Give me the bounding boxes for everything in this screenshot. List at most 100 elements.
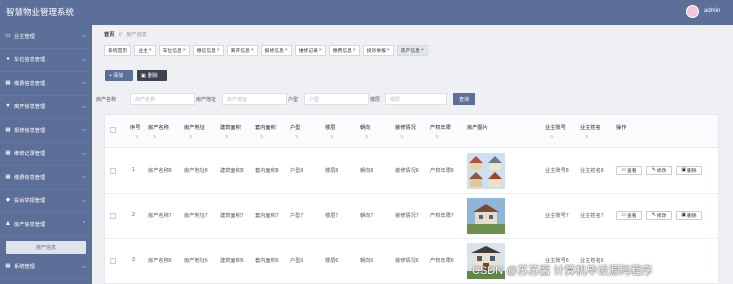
sort-icon[interactable]: ⇅	[153, 134, 156, 139]
search-input-name[interactable]: 房产名称	[130, 93, 195, 105]
sidebar-item-label: 缴费信息管理	[14, 174, 46, 181]
table-row[interactable]: 2 房产名称7 房产地址7 建筑面积7 套内面积7 户型7 楼层7 朝向7 装修…	[105, 194, 718, 239]
search-input-address[interactable]: 房产地址	[222, 93, 287, 105]
row-checkbox[interactable]	[110, 168, 116, 174]
sidebar-item-leave[interactable]: ▼ 离开信息管理 ⌵	[0, 96, 92, 119]
column-header[interactable]: 套内面积	[255, 124, 276, 131]
column-header[interactable]: 业主账号	[545, 124, 566, 131]
close-icon[interactable]: ×	[353, 48, 356, 53]
column-header[interactable]: 房产名称	[148, 124, 169, 131]
cell-no: 2	[132, 212, 135, 218]
column-header[interactable]: 楼层	[325, 124, 335, 131]
sort-icon[interactable]: ⇅	[435, 134, 438, 139]
chevron-down-icon: ⌵	[82, 263, 86, 270]
row-checkbox[interactable]	[110, 258, 116, 264]
sidebar-subitem-property-info[interactable]: 房产信息	[6, 240, 86, 254]
edit-button[interactable]: ✎ 修改	[646, 211, 672, 220]
close-icon[interactable]: ×	[319, 48, 322, 53]
column-header[interactable]: 建筑面积	[220, 124, 241, 131]
house-thumbnail[interactable]	[467, 153, 505, 189]
sidebar-item-payment[interactable]: ▦ 缴费信息管理 ⌵	[0, 72, 92, 96]
sort-icon[interactable]: ⇅	[550, 134, 553, 139]
trash-icon: ▣	[141, 72, 146, 79]
close-icon[interactable]: ×	[251, 48, 254, 53]
search-input-floor[interactable]: 楼层	[385, 93, 447, 105]
view-label: 查看	[626, 169, 637, 174]
tab-property[interactable]: 房产信息 ×	[396, 45, 428, 56]
bell-icon: ◆	[5, 197, 11, 203]
delete-button[interactable]: ▣ 删除	[137, 70, 167, 81]
close-icon[interactable]: ×	[421, 48, 424, 53]
tab-label: 维修记录	[298, 49, 318, 54]
delete-row-button[interactable]: ▣ 删除	[676, 166, 702, 175]
sidebar-item-complaint[interactable]: ◆ 投诉举报管理 ⌵	[0, 190, 92, 213]
view-button[interactable]: ▭ 查看	[616, 211, 642, 220]
sort-icon[interactable]: ⇅	[260, 134, 263, 139]
column-header: 房产图片	[467, 125, 488, 131]
sidebar-item-repair[interactable]: ▦ 报修信息管理 ⌵	[0, 119, 92, 143]
username[interactable]: admin	[704, 8, 720, 14]
sort-icon[interactable]: ⇅	[295, 134, 298, 139]
tab-fees[interactable]: 缴费信息 ×	[328, 45, 360, 56]
add-button[interactable]: + 添加	[105, 70, 133, 81]
edit-icon: ✎	[651, 213, 656, 218]
tab-owner[interactable]: 业主 ×	[134, 45, 156, 56]
close-icon[interactable]: ×	[149, 48, 152, 53]
sidebar-item-property[interactable]: ♟ 房产信息管理 ⌃	[0, 213, 92, 237]
column-header[interactable]: 房产地址	[184, 124, 205, 131]
view-button[interactable]: ▭ 查看	[616, 166, 642, 175]
search-input-type[interactable]: 户型	[304, 93, 369, 105]
tab-repair[interactable]: 报修信息 ×	[260, 45, 292, 56]
column-header[interactable]: 业主姓名	[580, 124, 601, 131]
column-header[interactable]: 户型	[290, 124, 300, 131]
grid-icon: ▦	[5, 263, 11, 269]
tab-parking[interactable]: 车位信息 ×	[158, 45, 190, 56]
close-icon[interactable]: ×	[217, 48, 220, 53]
cell-floor: 楼层8	[325, 168, 339, 174]
cell-years: 产权年限6	[430, 258, 454, 264]
cell-address: 房产地址6	[184, 258, 208, 264]
delete-row-button[interactable]: ▣ 删除	[676, 211, 702, 220]
breadcrumb-home[interactable]: 首页	[104, 32, 114, 38]
sidebar-item-parking[interactable]: ● 车位信息管理 ⌵	[0, 49, 92, 72]
select-all-checkbox[interactable]	[110, 127, 116, 133]
sort-icon[interactable]: ⇅	[330, 134, 333, 139]
query-button[interactable]: 查询	[453, 93, 475, 105]
tab-maintenance[interactable]: 维修记录 ×	[294, 45, 326, 56]
delete-label: 删除	[686, 214, 697, 219]
cell-address: 房产地址8	[184, 168, 208, 174]
sidebar-item-owner[interactable]: ▭ 业主管理 ⌵	[0, 25, 92, 49]
edit-icon: ✎	[651, 168, 656, 173]
column-header[interactable]: 序号	[130, 124, 140, 131]
sidebar-item-maintenance[interactable]: ▦ 维修记录管理 ⌵	[0, 143, 92, 166]
sidebar-item-fees[interactable]: ▦ 缴费信息管理 ⌵	[0, 166, 92, 190]
sidebar-item-label: 房产信息管理	[14, 221, 46, 228]
sort-icon[interactable]: ⇅	[365, 134, 368, 139]
sort-icon[interactable]: ⇅	[400, 134, 403, 139]
tab-complaint[interactable]: 投诉举报 ×	[362, 45, 394, 56]
tab-label: 系统首页	[108, 49, 128, 54]
tab-payinfo[interactable]: 缴信信息 ×	[192, 45, 224, 56]
row-checkbox[interactable]	[110, 213, 116, 219]
breadcrumb-separator: //	[118, 32, 122, 38]
sort-icon[interactable]: ⇅	[225, 134, 228, 139]
sort-icon[interactable]: ⇅	[585, 134, 588, 139]
sort-icon[interactable]: ⇅	[135, 134, 138, 139]
tab-leave[interactable]: 离开信息 ×	[226, 45, 258, 56]
sidebar-item-system[interactable]: ▦ 系统管理 ⌵	[0, 256, 92, 279]
house-thumbnail[interactable]	[467, 198, 505, 234]
close-icon[interactable]: ×	[183, 48, 186, 53]
column-header[interactable]: 装修情况	[395, 124, 416, 131]
close-icon[interactable]: ×	[285, 48, 288, 53]
sidebar-item-label: 缴费信息管理	[14, 80, 46, 87]
edit-button[interactable]: ✎ 修改	[646, 166, 672, 175]
column-header[interactable]: 朝向	[360, 124, 370, 131]
avatar[interactable]	[686, 5, 699, 18]
column-header: 操作	[616, 125, 627, 131]
tab-home[interactable]: 系统首页	[104, 45, 132, 56]
sort-icon[interactable]: ⇅	[189, 134, 192, 139]
table-row[interactable]: 1 房产名称8 房产地址8 建筑面积8 套内面积8 户型8 楼层8 朝向8 装修…	[105, 149, 718, 194]
close-icon[interactable]: ×	[387, 48, 390, 53]
cell-decoration: 装修情况6	[395, 258, 419, 264]
column-header[interactable]: 产权年限	[430, 124, 451, 131]
